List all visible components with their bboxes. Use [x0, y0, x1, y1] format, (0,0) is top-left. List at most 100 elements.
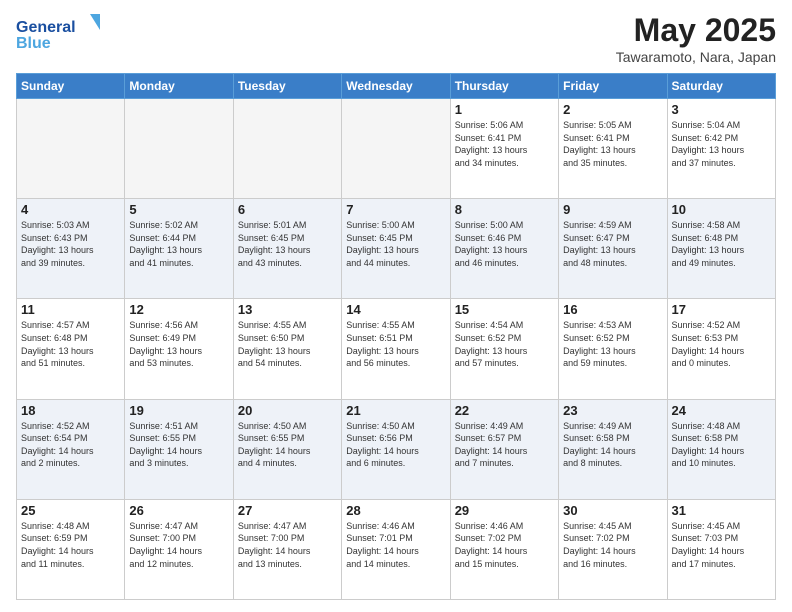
header-thursday: Thursday	[450, 74, 558, 99]
calendar-row-1: 4 Sunrise: 5:03 AM Sunset: 6:43 PM Daylig…	[17, 199, 776, 299]
header-monday: Monday	[125, 74, 233, 99]
header-friday: Friday	[559, 74, 667, 99]
day-info: Sunrise: 5:06 AM Sunset: 6:41 PM Dayligh…	[455, 119, 554, 169]
svg-text:General: General	[16, 19, 76, 36]
header-tuesday: Tuesday	[233, 74, 341, 99]
logo: General Blue	[16, 12, 116, 57]
day-number: 17	[672, 302, 771, 317]
day-number: 12	[129, 302, 228, 317]
calendar-cell-3-3: 21 Sunrise: 4:50 AM Sunset: 6:56 PM Dayli…	[342, 399, 450, 499]
calendar-cell-1-3: 7Sunrise: 5:00 AM Sunset: 6:45 PM Daylig…	[342, 199, 450, 299]
day-number: 10	[672, 202, 771, 217]
day-info: Sunrise: 4:55 AM Sunset: 6:50 PM Dayligh…	[238, 319, 337, 369]
calendar-cell-4-4: 29 Sunrise: 4:46 AM Sunset: 7:02 PM Dayli…	[450, 499, 558, 599]
calendar-cell-2-3: 14 Sunrise: 4:55 AM Sunset: 6:51 PM Dayli…	[342, 299, 450, 399]
day-number: 1	[455, 102, 554, 117]
calendar-cell-1-4: 8 Sunrise: 5:00 AM Sunset: 6:46 PM Daylig…	[450, 199, 558, 299]
day-info: Sunrise: 4:59 AM Sunset: 6:47 PM Dayligh…	[563, 219, 662, 269]
day-number: 27	[238, 503, 337, 518]
day-info: Sunrise: 4:52 AM Sunset: 6:53 PM Dayligh…	[672, 319, 771, 369]
day-number: 4	[21, 202, 120, 217]
day-info: Sunrise: 4:47 AM Sunset: 7:00 PM Dayligh…	[129, 520, 228, 570]
calendar-cell-4-2: 27Sunrise: 4:47 AM Sunset: 7:00 PM Dayli…	[233, 499, 341, 599]
day-info: Sunrise: 4:46 AM Sunset: 7:02 PM Dayligh…	[455, 520, 554, 570]
svg-text:Blue: Blue	[16, 35, 51, 52]
calendar-cell-0-1	[125, 99, 233, 199]
day-info: Sunrise: 4:58 AM Sunset: 6:48 PM Dayligh…	[672, 219, 771, 269]
day-number: 18	[21, 403, 120, 418]
header-sunday: Sunday	[17, 74, 125, 99]
calendar-cell-4-6: 31 Sunrise: 4:45 AM Sunset: 7:03 PM Dayli…	[667, 499, 775, 599]
day-number: 31	[672, 503, 771, 518]
calendar-cell-3-2: 20Sunrise: 4:50 AM Sunset: 6:55 PM Dayli…	[233, 399, 341, 499]
day-info: Sunrise: 4:50 AM Sunset: 6:56 PM Dayligh…	[346, 420, 445, 470]
calendar-cell-3-5: 23Sunrise: 4:49 AM Sunset: 6:58 PM Dayli…	[559, 399, 667, 499]
calendar-cell-0-4: 1 Sunrise: 5:06 AM Sunset: 6:41 PM Daylig…	[450, 99, 558, 199]
day-info: Sunrise: 4:54 AM Sunset: 6:52 PM Dayligh…	[455, 319, 554, 369]
calendar-cell-0-3	[342, 99, 450, 199]
day-info: Sunrise: 5:00 AM Sunset: 6:46 PM Dayligh…	[455, 219, 554, 269]
calendar-row-2: 11Sunrise: 4:57 AM Sunset: 6:48 PM Dayli…	[17, 299, 776, 399]
header-wednesday: Wednesday	[342, 74, 450, 99]
calendar-title: May 2025	[616, 12, 776, 49]
day-info: Sunrise: 4:50 AM Sunset: 6:55 PM Dayligh…	[238, 420, 337, 470]
calendar-cell-3-0: 18 Sunrise: 4:52 AM Sunset: 6:54 PM Dayli…	[17, 399, 125, 499]
day-number: 21	[346, 403, 445, 418]
day-info: Sunrise: 4:55 AM Sunset: 6:51 PM Dayligh…	[346, 319, 445, 369]
day-info: Sunrise: 5:05 AM Sunset: 6:41 PM Dayligh…	[563, 119, 662, 169]
day-number: 25	[21, 503, 120, 518]
day-number: 9	[563, 202, 662, 217]
calendar-cell-0-2	[233, 99, 341, 199]
calendar-cell-4-1: 26 Sunrise: 4:47 AM Sunset: 7:00 PM Dayli…	[125, 499, 233, 599]
day-number: 26	[129, 503, 228, 518]
calendar-cell-3-6: 24Sunrise: 4:48 AM Sunset: 6:58 PM Dayli…	[667, 399, 775, 499]
calendar-cell-0-6: 3 Sunrise: 5:04 AM Sunset: 6:42 PM Daylig…	[667, 99, 775, 199]
calendar-cell-1-0: 4 Sunrise: 5:03 AM Sunset: 6:43 PM Daylig…	[17, 199, 125, 299]
page: General Blue May 2025 Tawaramoto, Nara, …	[0, 0, 792, 612]
calendar-cell-2-5: 16 Sunrise: 4:53 AM Sunset: 6:52 PM Dayli…	[559, 299, 667, 399]
day-info: Sunrise: 4:56 AM Sunset: 6:49 PM Dayligh…	[129, 319, 228, 369]
day-number: 8	[455, 202, 554, 217]
day-info: Sunrise: 5:04 AM Sunset: 6:42 PM Dayligh…	[672, 119, 771, 169]
day-info: Sunrise: 4:53 AM Sunset: 6:52 PM Dayligh…	[563, 319, 662, 369]
calendar-cell-1-5: 9 Sunrise: 4:59 AM Sunset: 6:47 PM Daylig…	[559, 199, 667, 299]
calendar-cell-4-3: 28 Sunrise: 4:46 AM Sunset: 7:01 PM Dayli…	[342, 499, 450, 599]
day-info: Sunrise: 5:00 AM Sunset: 6:45 PM Dayligh…	[346, 219, 445, 269]
calendar-cell-2-6: 17 Sunrise: 4:52 AM Sunset: 6:53 PM Dayli…	[667, 299, 775, 399]
day-number: 13	[238, 302, 337, 317]
calendar-cell-3-1: 19Sunrise: 4:51 AM Sunset: 6:55 PM Dayli…	[125, 399, 233, 499]
calendar-cell-1-2: 6 Sunrise: 5:01 AM Sunset: 6:45 PM Daylig…	[233, 199, 341, 299]
calendar-cell-4-5: 30Sunrise: 4:45 AM Sunset: 7:02 PM Dayli…	[559, 499, 667, 599]
day-number: 28	[346, 503, 445, 518]
calendar-row-4: 25Sunrise: 4:48 AM Sunset: 6:59 PM Dayli…	[17, 499, 776, 599]
calendar-cell-1-1: 5Sunrise: 5:02 AM Sunset: 6:44 PM Daylig…	[125, 199, 233, 299]
day-info: Sunrise: 4:51 AM Sunset: 6:55 PM Dayligh…	[129, 420, 228, 470]
day-number: 6	[238, 202, 337, 217]
calendar-cell-0-5: 2Sunrise: 5:05 AM Sunset: 6:41 PM Daylig…	[559, 99, 667, 199]
calendar-row-3: 18 Sunrise: 4:52 AM Sunset: 6:54 PM Dayli…	[17, 399, 776, 499]
calendar-cell-0-0	[17, 99, 125, 199]
calendar-cell-2-0: 11Sunrise: 4:57 AM Sunset: 6:48 PM Dayli…	[17, 299, 125, 399]
day-number: 14	[346, 302, 445, 317]
day-number: 16	[563, 302, 662, 317]
day-info: Sunrise: 5:03 AM Sunset: 6:43 PM Dayligh…	[21, 219, 120, 269]
day-number: 23	[563, 403, 662, 418]
day-info: Sunrise: 4:52 AM Sunset: 6:54 PM Dayligh…	[21, 420, 120, 470]
day-info: Sunrise: 4:46 AM Sunset: 7:01 PM Dayligh…	[346, 520, 445, 570]
calendar-table: Sunday Monday Tuesday Wednesday Thursday…	[16, 73, 776, 600]
day-number: 24	[672, 403, 771, 418]
header: General Blue May 2025 Tawaramoto, Nara, …	[16, 12, 776, 65]
logo-svg: General Blue	[16, 12, 116, 52]
calendar-cell-1-6: 10 Sunrise: 4:58 AM Sunset: 6:48 PM Dayli…	[667, 199, 775, 299]
day-info: Sunrise: 4:45 AM Sunset: 7:03 PM Dayligh…	[672, 520, 771, 570]
day-number: 29	[455, 503, 554, 518]
calendar-cell-2-2: 13 Sunrise: 4:55 AM Sunset: 6:50 PM Dayli…	[233, 299, 341, 399]
calendar-row-0: 1 Sunrise: 5:06 AM Sunset: 6:41 PM Daylig…	[17, 99, 776, 199]
calendar-location: Tawaramoto, Nara, Japan	[616, 49, 776, 65]
day-info: Sunrise: 4:57 AM Sunset: 6:48 PM Dayligh…	[21, 319, 120, 369]
day-number: 3	[672, 102, 771, 117]
calendar-cell-3-4: 22Sunrise: 4:49 AM Sunset: 6:57 PM Dayli…	[450, 399, 558, 499]
day-info: Sunrise: 5:01 AM Sunset: 6:45 PM Dayligh…	[238, 219, 337, 269]
day-number: 15	[455, 302, 554, 317]
day-info: Sunrise: 5:02 AM Sunset: 6:44 PM Dayligh…	[129, 219, 228, 269]
